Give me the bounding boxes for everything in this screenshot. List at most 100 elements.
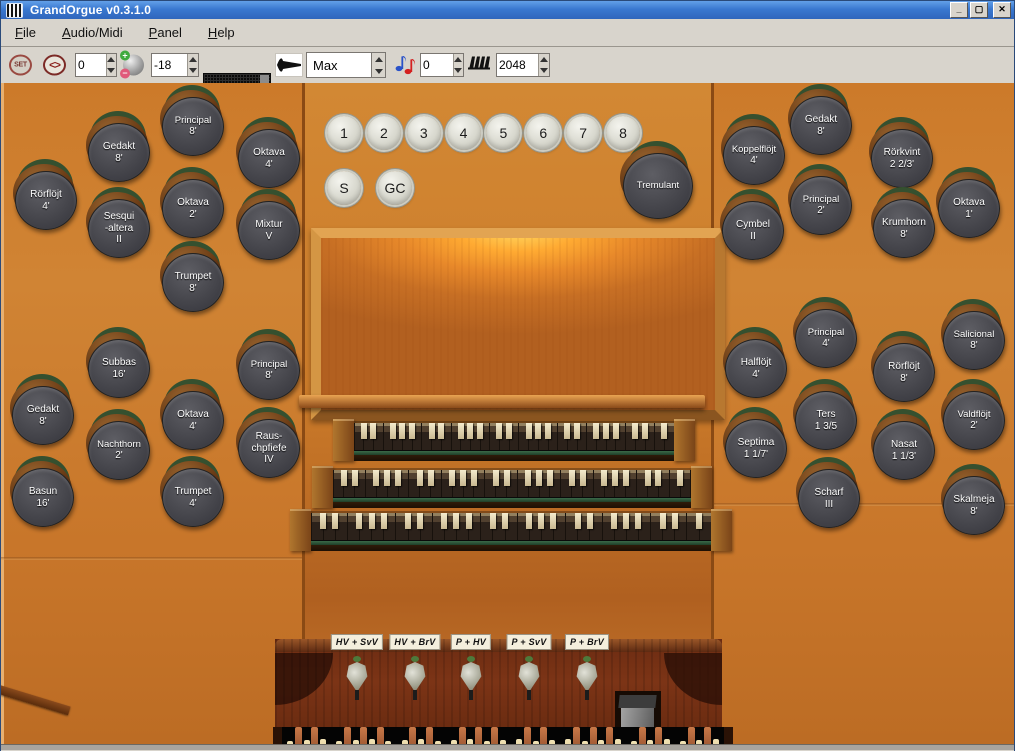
stop-knob-gedakt-8-sv[interactable]: Gedakt8' (788, 93, 854, 157)
volume-input[interactable] (152, 54, 187, 76)
manual-sharp-key[interactable] (361, 423, 367, 439)
volume-stepper[interactable] (187, 54, 198, 76)
manual-sharp-key[interactable] (550, 513, 556, 529)
manual-sharp-key[interactable] (547, 470, 553, 486)
setter-piston-gc[interactable]: GC (378, 171, 412, 205)
manual-sharp-key[interactable] (384, 470, 390, 486)
stop-knob-skalmeja-8[interactable]: Skalmeja8' (941, 473, 1007, 537)
manual-sharp-key[interactable] (696, 513, 702, 529)
polyphony-spinner[interactable] (496, 53, 550, 77)
piston-7[interactable]: 7 (566, 116, 600, 150)
pedal-sharp-key[interactable] (475, 727, 482, 744)
stop-knob-septima[interactable]: Septima1 1/7' (723, 416, 789, 480)
pedal-sharp-key[interactable] (639, 727, 646, 744)
manual-sharp-key[interactable] (545, 423, 551, 439)
manual-sharp-key[interactable] (405, 513, 411, 529)
minimize-button[interactable]: _ (950, 2, 968, 18)
manual-sharp-key[interactable] (587, 513, 593, 529)
memory-spinner[interactable] (75, 53, 117, 77)
manual-sharp-key[interactable] (642, 423, 648, 439)
setter-piston-s[interactable]: S (327, 171, 361, 205)
menu-panel[interactable]: Panel (149, 25, 182, 40)
manual-sharp-key[interactable] (493, 470, 499, 486)
manual-sharp-key[interactable] (467, 423, 473, 439)
piston-4[interactable]: 4 (447, 116, 481, 150)
manual-sharp-key[interactable] (409, 423, 415, 439)
manual-sharp-key[interactable] (441, 513, 447, 529)
piston-6[interactable]: 6 (526, 116, 560, 150)
manual-sharp-key[interactable] (645, 470, 651, 486)
pedal-sharp-key[interactable] (426, 727, 433, 744)
stop-knob-principal-8[interactable]: Principal8' (160, 94, 226, 158)
manual-sharp-key[interactable] (672, 513, 678, 529)
pedal-sharp-key[interactable] (491, 727, 498, 744)
audio-mode-stepper[interactable] (371, 53, 385, 77)
manual-sharp-key[interactable] (477, 423, 483, 439)
manual-sharp-key[interactable] (506, 423, 512, 439)
stop-knob-gedakt-8[interactable]: Gedakt8' (86, 120, 152, 184)
manual-sharp-key[interactable] (370, 423, 376, 439)
pedal-sharp-key[interactable] (704, 727, 711, 744)
pedal-sharp-key[interactable] (295, 727, 302, 744)
stop-knob-nachthorn-2[interactable]: Nachthorn2' (86, 418, 152, 482)
polyphony-stepper[interactable] (538, 54, 549, 76)
manual-sharp-key[interactable] (341, 470, 347, 486)
manual-sharp-key[interactable] (580, 470, 586, 486)
manual-sharp-key[interactable] (490, 513, 496, 529)
manual-sharp-key[interactable] (399, 423, 405, 439)
pedal-sharp-key[interactable] (377, 727, 384, 744)
manual-sharp-key[interactable] (395, 470, 401, 486)
stop-knob-nasat[interactable]: Nasat1 1/3' (871, 418, 937, 482)
manual-sharp-key[interactable] (660, 513, 666, 529)
pedal-sharp-key[interactable] (573, 727, 580, 744)
stop-knob-oktava-1[interactable]: Oktava1' (936, 176, 1002, 240)
stop-knob-trumpet-4[interactable]: Trumpet4' (160, 465, 226, 529)
stop-knob-koppelflojt-4[interactable]: Koppelflöjt4' (721, 123, 787, 187)
manual-sharp-key[interactable] (373, 470, 379, 486)
manual-sharp-key[interactable] (332, 513, 338, 529)
manual-sharp-key[interactable] (320, 513, 326, 529)
pedal-sharp-key[interactable] (688, 727, 695, 744)
manual-sharp-key[interactable] (601, 470, 607, 486)
volume-spinner[interactable] (151, 53, 199, 77)
manual-sharp-key[interactable] (390, 423, 396, 439)
manual-sharp-key[interactable] (453, 513, 459, 529)
manual-sharp-key[interactable] (564, 423, 570, 439)
stop-knob-cymbel-ii[interactable]: CymbelII (720, 198, 786, 262)
manual-sharp-key[interactable] (438, 423, 444, 439)
manual-sharp-key[interactable] (458, 423, 464, 439)
manual-sharp-key[interactable] (428, 470, 434, 486)
set-button[interactable]: SET (9, 55, 32, 76)
menu-help[interactable]: Help (208, 25, 235, 40)
pedal-sharp-key[interactable] (606, 727, 613, 744)
transpose-stepper[interactable] (453, 54, 463, 76)
manual-sharp-key[interactable] (471, 470, 477, 486)
pedal-sharp-key[interactable] (590, 727, 597, 744)
manual-sharp-key[interactable] (635, 513, 641, 529)
stop-knob-salicional-8[interactable]: Salicional8' (941, 308, 1007, 372)
close-button[interactable]: ✕ (993, 2, 1011, 18)
piston-8[interactable]: 8 (606, 116, 640, 150)
manual-sharp-key[interactable] (655, 470, 661, 486)
stop-knob-ters[interactable]: Ters1 3/5 (793, 388, 859, 452)
piston-3[interactable]: 3 (407, 116, 441, 150)
memory-input[interactable] (76, 54, 106, 76)
stop-knob-rauschpfiefe[interactable]: Raus-chpfiefeIV (236, 416, 302, 480)
manual-sharp-key[interactable] (538, 513, 544, 529)
stop-knob-oktava-4[interactable]: Oktava4' (236, 126, 302, 190)
stop-knob-halflojt-4[interactable]: Halflöjt4' (723, 336, 789, 400)
manual-sharp-key[interactable] (575, 513, 581, 529)
manual-sharp-key[interactable] (417, 470, 423, 486)
manual-sharp-key[interactable] (449, 470, 455, 486)
stop-knob-krumhorn-8[interactable]: Krumhorn8' (871, 196, 937, 260)
transpose-icon[interactable]: <> (43, 55, 66, 76)
stop-knob-mixtur-v[interactable]: MixturV (236, 198, 302, 262)
pedal-sharp-key[interactable] (360, 727, 367, 744)
manual-sharp-key[interactable] (502, 513, 508, 529)
pedal-sharp-key[interactable] (311, 727, 318, 744)
piston-1[interactable]: 1 (327, 116, 361, 150)
manual-sharp-key[interactable] (352, 470, 358, 486)
pedal-sharp-key[interactable] (524, 727, 531, 744)
manual-sharp-key[interactable] (612, 470, 618, 486)
polyphony-input[interactable] (497, 54, 538, 76)
